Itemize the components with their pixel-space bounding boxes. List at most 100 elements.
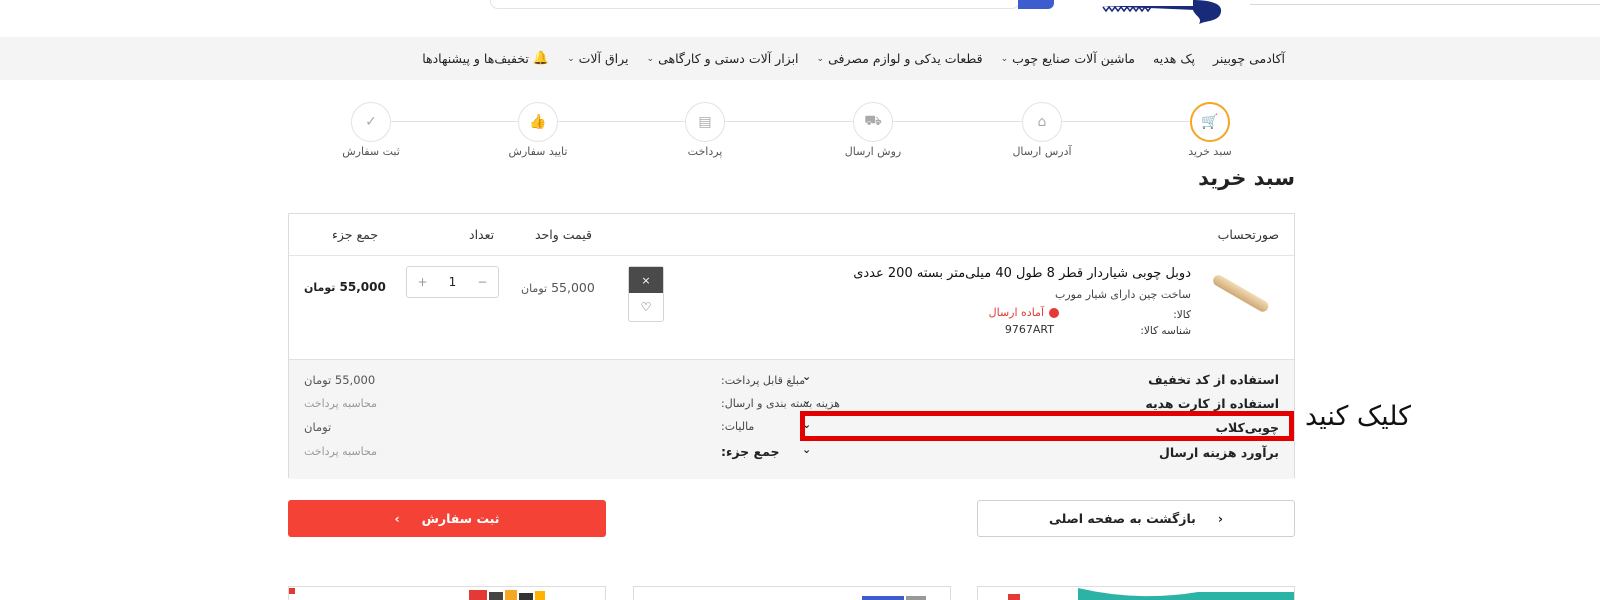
- step-shipping: ⛟ روش ارسال: [813, 102, 933, 158]
- banner-graphic-icon: [289, 588, 545, 600]
- chevron-down-icon: ⌄: [1000, 53, 1009, 64]
- back-home-button[interactable]: ‹ بازگشت به صفحه اصلی: [977, 500, 1295, 537]
- nav-list: 🔔 تخفیف‌ها و پیشنهادها یراق آلات ⌄ ابزار…: [422, 37, 1285, 80]
- thumbs-up-icon: 👍: [518, 102, 558, 142]
- step-submit: ✓ ثبت سفارش: [311, 102, 431, 158]
- header-subtotal: جمع جزء: [332, 227, 379, 242]
- banner-graphic-icon: [862, 596, 926, 600]
- card-icon: ▤: [685, 102, 725, 142]
- packaging-cost-label: هزینه بسته بندی و ارسال:: [721, 397, 840, 410]
- product-kala-label: کالا:: [1173, 309, 1191, 321]
- chevron-right-icon: ‹: [1217, 511, 1224, 526]
- decrease-quantity-button[interactable]: −: [477, 275, 487, 289]
- item-actions: × ♡: [628, 266, 664, 322]
- payable-amount-label: مبلغ قابل پرداخت:: [721, 374, 806, 387]
- step-label: روش ارسال: [844, 145, 902, 158]
- back-home-label: بازگشت به صفحه اصلی: [1048, 511, 1196, 526]
- highlight-box: [800, 411, 1294, 441]
- bell-icon: 🔔: [532, 51, 550, 66]
- chevron-down-icon: ⌄: [816, 53, 825, 64]
- nav-item-hardware[interactable]: یراق آلات ⌄: [567, 51, 628, 66]
- truck-icon: ⛟: [853, 102, 893, 142]
- wishlist-heart-icon[interactable]: ♡: [629, 293, 663, 321]
- quantity-stepper: + 1 −: [406, 266, 499, 298]
- header-unit-price: قیمت واحد: [535, 227, 593, 242]
- status-text: آماده ارسال: [988, 306, 1044, 319]
- header-invoice: صورتحساب: [1217, 227, 1279, 242]
- step-payment: ▤ پرداخت: [645, 102, 765, 158]
- step-label: تایید سفارش: [508, 145, 568, 158]
- banner-graphic-icon: [1008, 588, 1294, 600]
- nav-item-spare-parts[interactable]: قطعات یدکی و لوازم مصرفی ⌄: [817, 51, 983, 66]
- promo-banner[interactable]: [633, 586, 951, 600]
- tax-value: تومان: [304, 420, 332, 434]
- nav-item-hand-tools[interactable]: ابزار آلات دستی و کارگاهی ⌄: [647, 51, 799, 66]
- home-icon: ⌂: [1022, 102, 1062, 142]
- nav-item-label: یراق آلات: [578, 51, 629, 66]
- tax-label: مالیات:: [721, 420, 755, 433]
- step-label: پرداخت: [687, 145, 723, 158]
- submit-order-button[interactable]: ثبت سفارش ›: [288, 500, 606, 537]
- step-cart[interactable]: 🛒 سبد خرید: [1150, 102, 1270, 158]
- step-label: سبد خرید: [1188, 145, 1232, 158]
- product-id-label: شناسه کالا:: [1140, 325, 1191, 337]
- nav-item-label: ابزار آلات دستی و کارگاهی: [658, 51, 799, 66]
- header-divider: [1250, 4, 1600, 5]
- search-button[interactable]: [1018, 0, 1054, 9]
- step-label: ثبت سفارش: [342, 145, 400, 158]
- item-subtotal: 55,000 تومان: [304, 280, 386, 294]
- cart-header: صورتحساب قیمت واحد تعداد جمع جزء: [289, 214, 1294, 256]
- subtotal-value: 55,000: [339, 280, 386, 294]
- nav-item-gift-pack[interactable]: پک هدیه: [1153, 51, 1195, 66]
- nav-item-label: آکادمی چوبینر: [1213, 51, 1285, 66]
- table-row: دوبل چوبی شیاردار قطر 8 طول 40 میلی‌متر …: [289, 256, 1294, 359]
- submit-order-label: ثبت سفارش: [421, 511, 500, 526]
- step-label: آدرس ارسال: [1012, 145, 1072, 158]
- step-address: ⌂ آدرس ارسال: [982, 102, 1102, 158]
- quantity-value[interactable]: 1: [449, 275, 457, 289]
- product-subtitle: ساخت چین دارای شیار مورب: [1054, 288, 1191, 301]
- unit-price-value: 55,000: [551, 280, 595, 295]
- product-image[interactable]: [1204, 268, 1274, 318]
- product-title[interactable]: دوبل چوبی شیاردار قطر 8 طول 40 میلی‌متر …: [853, 266, 1191, 281]
- search-input[interactable]: [490, 0, 1020, 9]
- packaging-cost-value: محاسبه پرداخت: [304, 397, 377, 410]
- chevron-down-icon: ⌄: [646, 53, 655, 64]
- summary-subtotal-label: جمع جزء:: [721, 444, 780, 459]
- cart-bag-icon: 🛒: [1190, 102, 1230, 142]
- subtotal-currency: تومان: [304, 281, 336, 294]
- chevron-left-icon: ›: [394, 511, 400, 526]
- unit-price-currency: تومان: [521, 282, 548, 295]
- payable-amount-currency: تومان: [304, 373, 332, 387]
- nav-item-label: تخفیف‌ها و پیشنهادها: [422, 51, 529, 66]
- nav-item-label: ماشین آلات صنایع چوب: [1012, 51, 1136, 66]
- nav-item-label: پک هدیه: [1153, 51, 1195, 66]
- annotation-text: کلیک کنید: [1305, 401, 1412, 432]
- nav-item-discounts[interactable]: 🔔 تخفیف‌ها و پیشنهادها: [422, 51, 549, 66]
- promo-banner[interactable]: [977, 586, 1295, 600]
- nav-item-label: قطعات یدکی و لوازم مصرفی: [828, 51, 983, 66]
- payable-amount-value: 55,000 تومان: [304, 373, 375, 387]
- promo-banner[interactable]: [288, 586, 606, 600]
- main-navbar: 🔔 تخفیف‌ها و پیشنهادها یراق آلات ⌄ ابزار…: [0, 37, 1600, 80]
- chevron-down-icon: ⌄: [567, 53, 575, 64]
- product-id: 9767ART: [1004, 323, 1054, 336]
- check-icon: ✓: [351, 102, 391, 142]
- remove-item-button[interactable]: ×: [629, 267, 663, 293]
- shipping-estimate-toggle[interactable]: برآورد هزینه ارسال: [1159, 445, 1279, 460]
- gift-card-toggle[interactable]: استفاده از کارت هدیه: [1145, 396, 1279, 411]
- page-title: سبد خرید: [1198, 166, 1295, 190]
- status-dot-icon: [1049, 307, 1059, 318]
- payable-amount-number: 55,000: [334, 373, 376, 387]
- step-confirm: 👍 تایید سفارش: [478, 102, 598, 158]
- logo-icon[interactable]: [1095, 0, 1250, 26]
- nav-item-academy[interactable]: آکادمی چوبینر: [1213, 51, 1285, 66]
- status-badge: آماده ارسال: [989, 306, 1059, 319]
- discount-code-toggle[interactable]: استفاده از کد تخفیف: [1148, 372, 1279, 387]
- header-quantity: تعداد: [469, 227, 495, 242]
- increase-quantity-button[interactable]: +: [418, 275, 428, 289]
- nav-item-machinery[interactable]: ماشین آلات صنایع چوب ⌄: [1001, 51, 1135, 66]
- unit-price: 55,000 تومان: [521, 280, 595, 295]
- summary-subtotal-value: محاسبه پرداخت: [304, 445, 377, 458]
- chevron-down-icon[interactable]: ⌄: [802, 443, 811, 456]
